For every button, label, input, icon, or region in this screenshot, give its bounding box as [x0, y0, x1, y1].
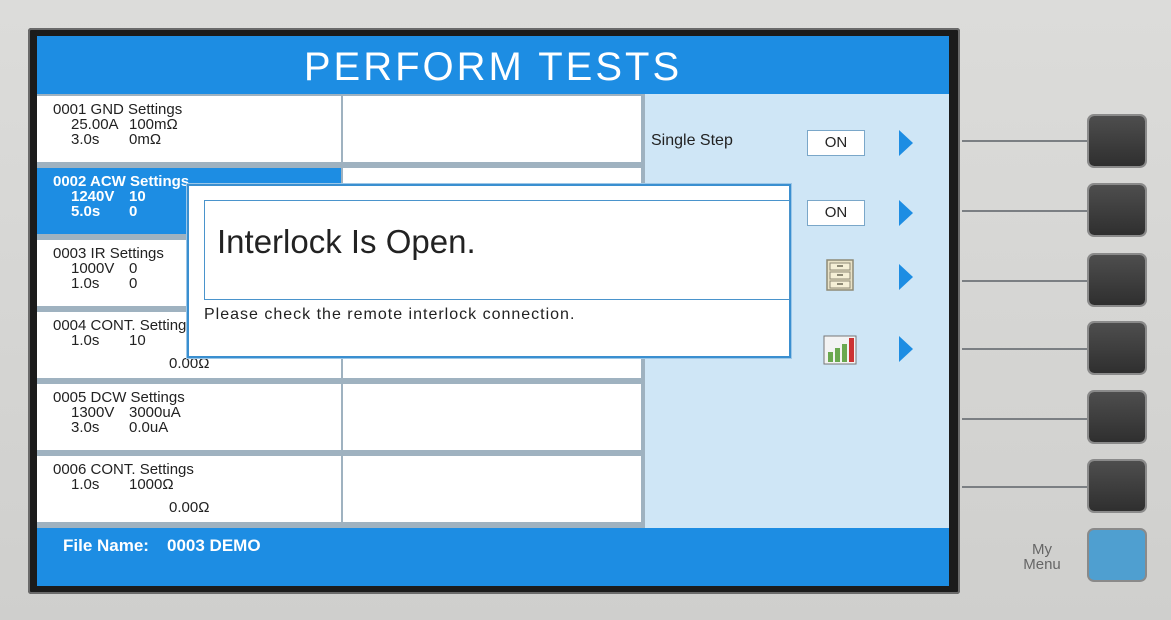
test-param: 1000Ω	[129, 476, 174, 493]
test-param: 100mΩ	[129, 116, 178, 133]
test-name: 0004 CONT. Settings	[53, 317, 194, 334]
test-param: 10	[129, 188, 146, 205]
test-param: 0	[129, 203, 138, 220]
alert-detail: Please check the remote interlock connec…	[204, 306, 576, 323]
softkey-line	[962, 210, 1088, 212]
my-menu-button[interactable]	[1089, 530, 1145, 580]
softkey-1-button[interactable]	[1089, 116, 1145, 166]
test-param: 0.0uA	[129, 419, 169, 436]
test-param: 1.0s	[71, 476, 100, 493]
arrow-right-icon[interactable]	[899, 264, 913, 290]
softkey-line	[962, 140, 1088, 142]
test-settings-cell[interactable]: 0006 CONT. Settings 1.0s 1000Ω 0.00Ω	[37, 456, 341, 522]
softkey-4-button[interactable]	[1089, 323, 1145, 373]
test-name: 0001 GND Settings	[53, 101, 183, 118]
arrow-right-icon[interactable]	[899, 336, 913, 362]
lcd-screen: PERFORM TESTS 0001 GND Settings 25.00A 1…	[37, 36, 949, 586]
my-menu-label: My Menu	[1023, 541, 1061, 573]
test-param: 0	[129, 275, 138, 292]
test-param: 3.0s	[71, 419, 100, 436]
test-param: 0mΩ	[129, 131, 162, 148]
test-name: 0003 IR Settings	[53, 245, 164, 262]
test-param: 3000uA	[129, 404, 181, 421]
softkey-line	[962, 280, 1088, 282]
test-name: 0002 ACW Settings	[53, 173, 190, 190]
test-param: 0.00Ω	[169, 355, 210, 372]
softkey-2-button[interactable]	[1089, 185, 1145, 235]
test-row-0005[interactable]: 0005 DCW Settings 1300V 3000uA 3.0s 0.0u…	[37, 382, 645, 452]
page-title: PERFORM TESTS	[37, 36, 949, 94]
test-row-0006[interactable]: 0006 CONT. Settings 1.0s 1000Ω 0.00Ω	[37, 454, 645, 524]
file-name-value: 0003 DEMO	[167, 536, 261, 555]
status-bar: File Name: 0003 DEMO	[37, 528, 949, 586]
arrow-right-icon[interactable]	[899, 130, 913, 156]
test-param: 1300V	[71, 404, 115, 421]
test-result-cell	[343, 456, 641, 522]
test-result-cell	[343, 96, 641, 162]
test-param: 25.00A	[71, 116, 119, 133]
test-result-cell	[343, 384, 641, 450]
bar-chart-icon[interactable]	[823, 332, 857, 366]
test-param: 1.0s	[71, 332, 100, 349]
test-param: 3.0s	[71, 131, 100, 148]
option-value[interactable]: ON	[807, 200, 865, 226]
test-row-0001[interactable]: 0001 GND Settings 25.00A 100mΩ 3.0s 0mΩ	[37, 94, 645, 164]
alert-message: Interlock Is Open.	[217, 223, 476, 260]
alert-message-box: Interlock Is Open.	[204, 200, 790, 300]
test-settings-cell[interactable]: 0001 GND Settings 25.00A 100mΩ 3.0s 0mΩ	[37, 96, 341, 162]
test-param: 1240V	[71, 188, 115, 205]
file-name-label: File Name:	[63, 536, 149, 555]
test-param: 5.0s	[71, 203, 101, 220]
test-param: 10	[129, 332, 146, 349]
arrow-right-icon[interactable]	[899, 200, 913, 226]
test-name: 0006 CONT. Settings	[53, 461, 194, 478]
single-step-label: Single Step	[651, 132, 733, 149]
test-settings-cell[interactable]: 0005 DCW Settings 1300V 3000uA 3.0s 0.0u…	[37, 384, 341, 450]
softkey-6-button[interactable]	[1089, 461, 1145, 511]
single-step-value[interactable]: ON	[807, 130, 865, 156]
test-name: 0005 DCW Settings	[53, 389, 185, 406]
test-param: 1.0s	[71, 275, 100, 292]
file-cabinet-icon[interactable]	[823, 258, 857, 292]
interlock-alert-dialog[interactable]: Interlock Is Open. Please check the remo…	[187, 184, 791, 358]
test-param: 0	[129, 260, 138, 277]
test-param: 1000V	[71, 260, 115, 277]
softkey-5-button[interactable]	[1089, 392, 1145, 442]
softkey-3-button[interactable]	[1089, 255, 1145, 305]
softkey-line	[962, 348, 1088, 350]
softkey-line	[962, 418, 1088, 420]
test-param: 0.00Ω	[169, 499, 210, 516]
softkey-line	[962, 486, 1088, 488]
